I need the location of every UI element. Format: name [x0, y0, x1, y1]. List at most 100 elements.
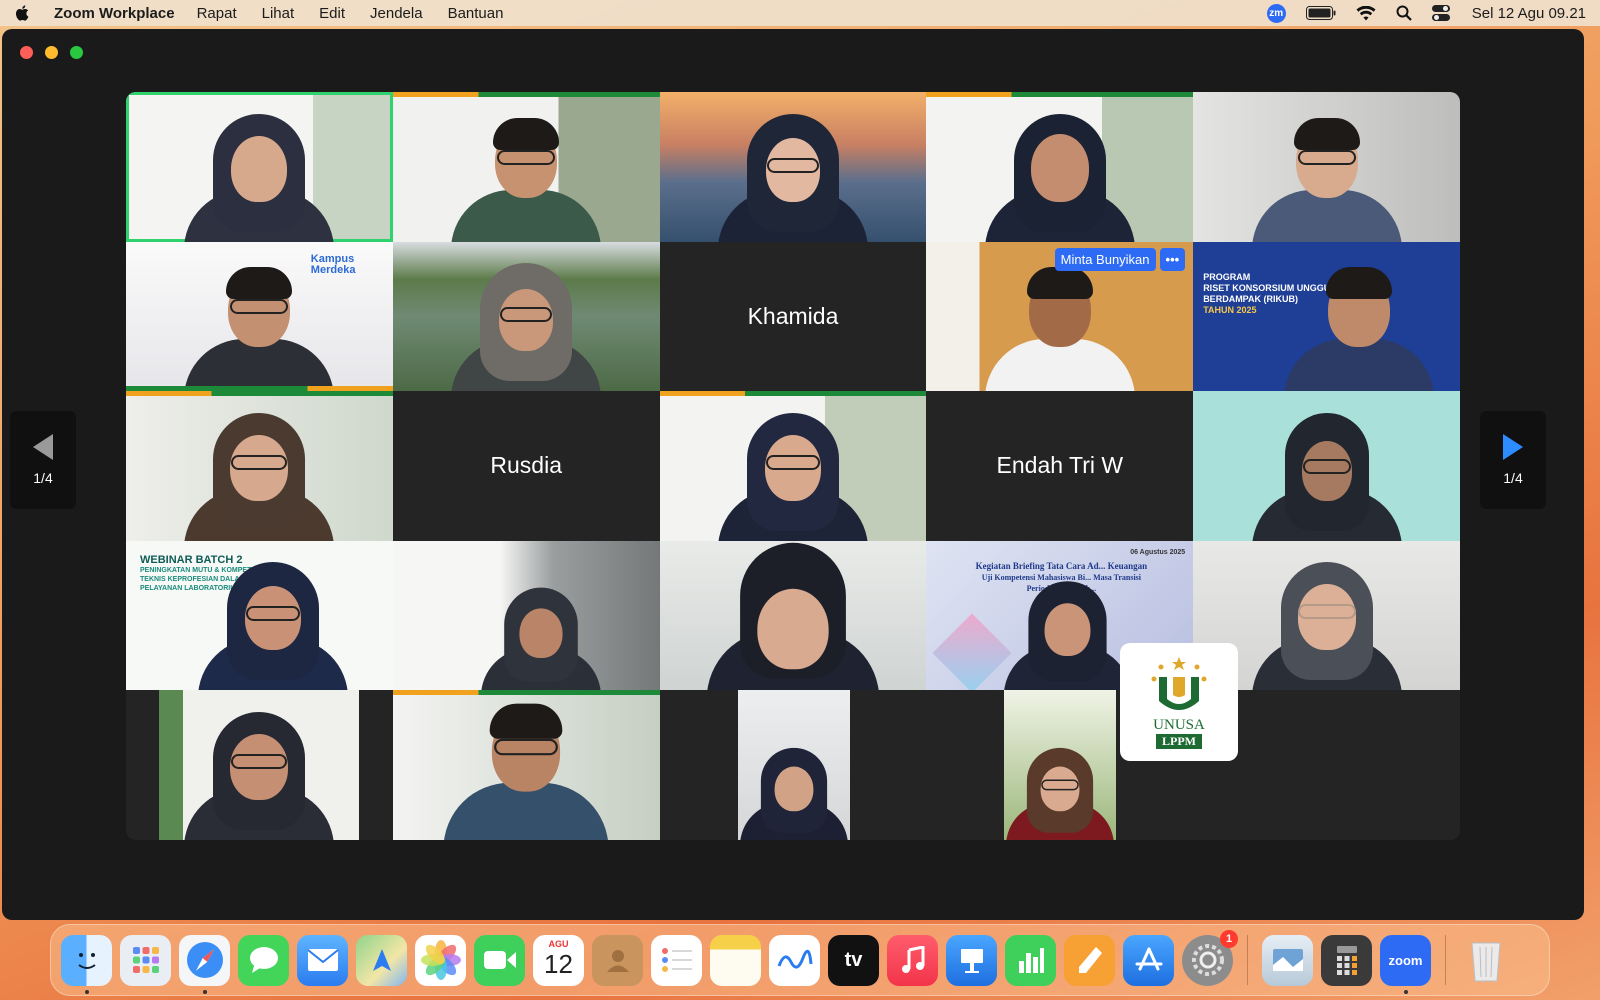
tv-label: tv	[844, 948, 863, 971]
participant-video	[717, 401, 868, 541]
frame-stripe	[126, 391, 393, 397]
video-tile-11[interactable]	[126, 391, 393, 541]
menu-edit[interactable]: Edit	[319, 5, 345, 22]
name-tile-rusdia[interactable]: Rusdia	[392, 391, 660, 541]
facetime-icon[interactable]	[474, 934, 525, 986]
slide-briefing-date: 06 Agustus 2025	[1130, 548, 1186, 556]
participant-video	[451, 102, 602, 242]
dock-separator	[1445, 935, 1446, 985]
previous-page-button[interactable]: 1/4	[10, 411, 76, 509]
wifi-icon[interactable]	[1356, 5, 1376, 21]
maps-icon[interactable]	[356, 934, 407, 986]
participant-video	[706, 541, 880, 691]
zoom-meeting-window: Kampus Merdeka Khamida Minta Bunyikan ••…	[2, 29, 1584, 920]
video-frame	[159, 690, 359, 840]
participant-video	[1006, 739, 1115, 840]
apple-tv-icon[interactable]: tv	[828, 934, 879, 986]
video-tile-22[interactable]	[392, 690, 660, 840]
video-tile-1[interactable]	[126, 92, 393, 242]
menu-bantuan[interactable]: Bantuan	[448, 5, 504, 22]
name-tile-endah[interactable]: Endah Tri W	[926, 391, 1194, 541]
video-tile-6[interactable]: Kampus Merdeka	[126, 241, 393, 392]
participant-video	[984, 251, 1135, 392]
search-icon[interactable]	[1396, 5, 1412, 21]
numbers-icon[interactable]	[1005, 934, 1056, 986]
participant-video	[197, 550, 348, 691]
photos-icon[interactable]	[415, 934, 466, 986]
participant-video	[443, 690, 609, 840]
triangle-right-icon	[1503, 434, 1523, 460]
menu-clock[interactable]: Sel 12 Agu 09.21	[1472, 5, 1586, 22]
participant-video	[1003, 571, 1132, 691]
video-tile-4[interactable]	[926, 92, 1194, 242]
minimize-window-button[interactable]	[45, 46, 58, 59]
participant-video	[717, 102, 868, 242]
zoom-status-icon[interactable]: zm	[1266, 3, 1286, 23]
running-indicator	[84, 989, 89, 994]
contacts-icon[interactable]	[592, 934, 643, 986]
running-indicator	[1403, 989, 1408, 994]
menu-bar: Zoom Workplace Rapat Lihat Edit Jendela …	[0, 0, 1600, 26]
video-tile-10[interactable]: PROGRAM RISET KONSORSIUM UNGGULAN BERDAM…	[1193, 241, 1460, 392]
video-tile-23[interactable]	[660, 690, 927, 840]
video-tile-3[interactable]	[659, 92, 927, 242]
participant-video	[184, 401, 335, 541]
video-tile-7[interactable]	[392, 241, 660, 392]
participant-name: Rusdia	[392, 391, 660, 541]
video-tile-17[interactable]	[392, 540, 660, 691]
pages-icon[interactable]	[1064, 934, 1115, 986]
participant-video	[984, 102, 1135, 242]
preview-icon[interactable]	[1262, 934, 1313, 986]
participant-video	[1251, 401, 1402, 541]
battery-icon[interactable]	[1305, 6, 1336, 20]
menu-lihat[interactable]: Lihat	[262, 5, 295, 22]
participant-video	[739, 739, 848, 840]
safari-icon[interactable]	[179, 934, 230, 994]
participant-name: Endah Tri W	[926, 391, 1194, 541]
video-tile-15[interactable]	[1193, 391, 1460, 541]
reminders-icon[interactable]	[651, 934, 702, 986]
system-settings-icon[interactable]: 1	[1182, 929, 1238, 986]
next-page-button[interactable]: 1/4	[1480, 411, 1546, 509]
zoom-label: zoom	[1388, 952, 1423, 968]
frame-stripe	[659, 391, 927, 397]
video-tile-16[interactable]: WEBINAR BATCH 2 PENINGKATAN MUTU & KOMPE…	[126, 540, 393, 691]
calendar-month: AGU	[548, 938, 569, 949]
window-controls	[20, 46, 83, 59]
video-tile-5[interactable]	[1193, 92, 1460, 242]
apple-icon[interactable]	[14, 4, 32, 22]
keynote-icon[interactable]	[946, 934, 997, 986]
maximize-window-button[interactable]	[70, 46, 83, 59]
video-tile-18[interactable]	[659, 540, 927, 691]
unusa-logo-icon	[1151, 657, 1207, 710]
freeform-icon[interactable]	[769, 934, 820, 986]
unmute-request: Minta Bunyikan •••	[1054, 247, 1186, 271]
control-center-icon[interactable]	[1431, 5, 1450, 21]
app-menu[interactable]: Zoom Workplace	[54, 5, 175, 22]
more-options-button[interactable]: •••	[1159, 247, 1186, 271]
page-indicator: 1/4	[33, 470, 53, 486]
menu-rapat[interactable]: Rapat	[197, 5, 237, 22]
notification-badge: 1	[1220, 929, 1238, 948]
video-tile-2[interactable]	[392, 92, 660, 242]
video-frame	[1004, 690, 1117, 840]
app-store-icon[interactable]	[1123, 934, 1174, 986]
close-window-button[interactable]	[20, 46, 33, 59]
calendar-icon[interactable]: AGU 12	[533, 934, 584, 986]
music-icon[interactable]	[887, 934, 938, 986]
notes-icon[interactable]	[710, 934, 761, 986]
video-tile-21[interactable]	[126, 690, 393, 840]
ask-to-unmute-button[interactable]: Minta Bunyikan	[1054, 247, 1156, 271]
menu-jendela[interactable]: Jendela	[370, 5, 423, 22]
finder-icon[interactable]	[61, 934, 112, 994]
video-tile-13[interactable]	[659, 391, 927, 541]
messages-icon[interactable]	[238, 934, 289, 986]
name-tile-khamida[interactable]: Khamida	[659, 241, 927, 392]
video-tile-9[interactable]: Minta Bunyikan •••	[926, 241, 1194, 392]
trash-icon[interactable]	[1460, 935, 1511, 986]
zoom-app-icon[interactable]: zoom	[1380, 934, 1431, 994]
mail-icon[interactable]	[297, 934, 348, 986]
dock-separator	[1247, 935, 1248, 985]
calculator-icon[interactable]	[1321, 934, 1372, 986]
launchpad-icon[interactable]	[120, 934, 171, 986]
